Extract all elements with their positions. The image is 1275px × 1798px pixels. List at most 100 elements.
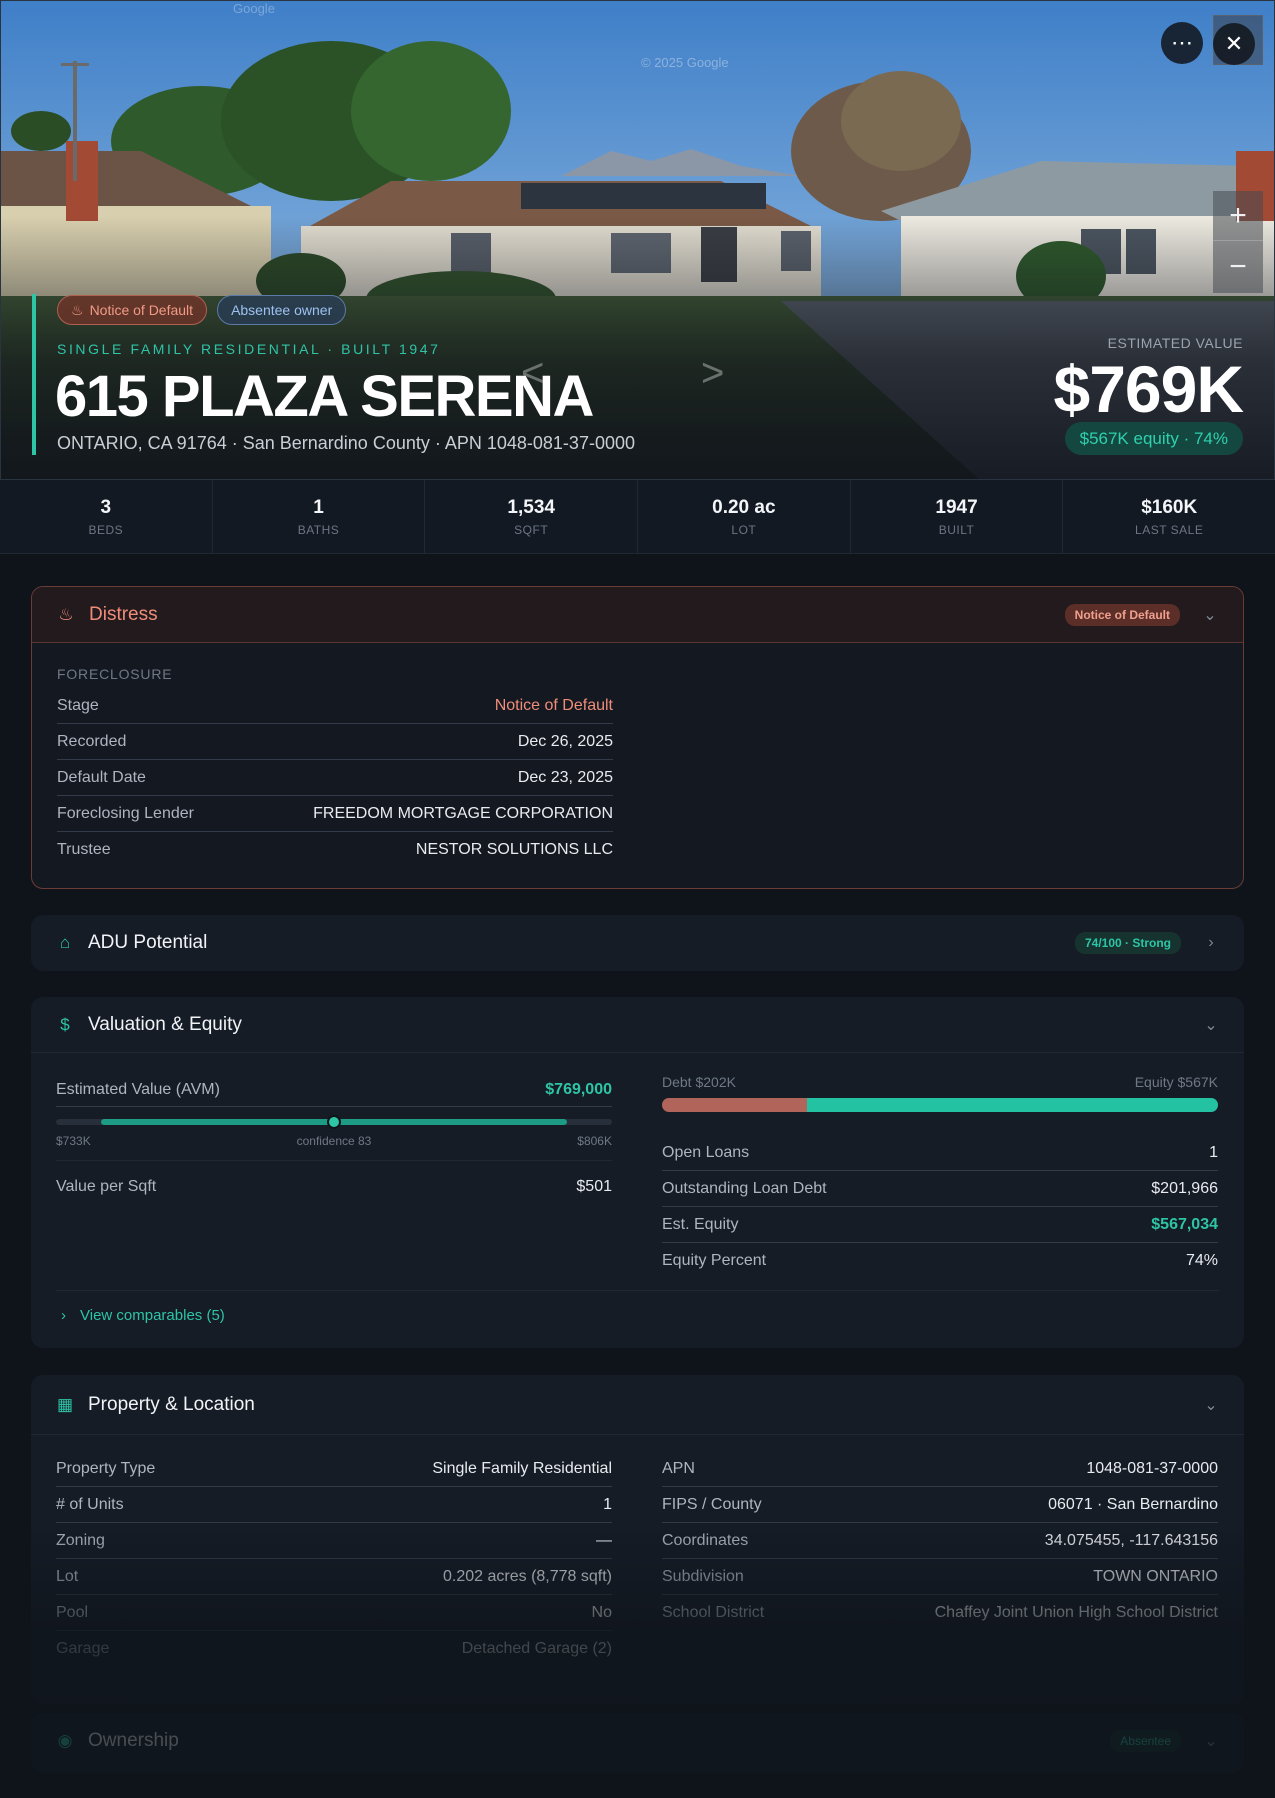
avm-marker: [327, 1115, 341, 1129]
row-value: 06071 · San Bernardino: [1048, 1495, 1218, 1513]
adu-score-badge: 74/100 · Strong: [1074, 932, 1181, 954]
absentee-owner-badge[interactable]: Absentee owner: [217, 295, 347, 325]
estimated-value-label: ESTIMATED VALUE: [1107, 335, 1243, 351]
estimated-value: $769K: [1053, 352, 1244, 426]
stat-sqft: 1,534 SQFT: [425, 480, 639, 553]
row-value: Dec 26, 2025: [517, 732, 613, 750]
chevron-down-icon[interactable]: ⌄: [1203, 1015, 1219, 1035]
google-watermark-top: Google: [233, 1, 275, 16]
distress-header[interactable]: ♨ Distress Notice of Default ⌄: [32, 587, 1243, 643]
row-value: 1: [603, 1495, 612, 1513]
valuation-row-equity-percent: Equity Percent 74%: [662, 1243, 1218, 1279]
property-row-type: Property Type Single Family Residential: [56, 1451, 612, 1487]
row-value: Notice of Default: [494, 696, 613, 714]
more-button[interactable]: ⋯: [1161, 22, 1203, 64]
distress-row-lender: Foreclosing Lender FREEDOM MORTGAGE CORPO…: [57, 796, 613, 832]
equity-label: Equity $567K: [1134, 1074, 1218, 1090]
property-row-pool: Pool No: [56, 1595, 612, 1631]
ownership-card[interactable]: ◉ Ownership Absentee ⌄: [31, 1713, 1244, 1773]
pano-right-arrow-icon[interactable]: >: [701, 351, 724, 396]
confidence-labels: $733K confidence 83 $806K: [56, 1134, 612, 1148]
row-value: TOWN ONTARIO: [1093, 1567, 1218, 1585]
debt-label: Debt $202K: [662, 1074, 736, 1090]
property-location-card: ▦ Property & Location ⌄ Property Type Sin…: [31, 1375, 1244, 1705]
flame-icon: ♨: [58, 604, 74, 624]
row-key: Est. Equity: [662, 1215, 739, 1233]
distress-row-recorded: Recorded Dec 26, 2025: [57, 724, 613, 760]
stat-label: LAST SALE: [1135, 522, 1204, 537]
building-icon: ▦: [56, 1394, 74, 1414]
valuation-header[interactable]: $ Valuation & Equity ⌄: [31, 997, 1244, 1053]
adu-title: ADU Potential: [88, 932, 208, 953]
zoom-in-button[interactable]: +: [1213, 191, 1263, 241]
row-key: Property Type: [56, 1459, 156, 1477]
row-key: Coordinates: [662, 1531, 749, 1549]
flame-icon: ♨: [71, 301, 84, 318]
google-watermark: © 2025 Google: [641, 55, 729, 70]
zoom-out-button[interactable]: −: [1213, 242, 1263, 292]
chevron-right-icon[interactable]: ›: [1203, 934, 1219, 952]
row-value: No: [591, 1603, 612, 1621]
row-value: $501: [576, 1178, 612, 1195]
close-icon: ✕: [1224, 31, 1244, 56]
row-key: Zoning: [56, 1531, 105, 1549]
row-key: Outstanding Loan Debt: [662, 1179, 827, 1197]
row-value: 0.202 acres (8,778 sqft): [443, 1567, 612, 1585]
status-badges: ♨ Notice of Default Absentee owner: [57, 295, 347, 325]
adu-header[interactable]: ⌂ ADU Potential 74/100 · Strong ›: [31, 915, 1244, 971]
row-value: $567,034: [1151, 1215, 1218, 1233]
foreclosure-section-label: FORECLOSURE: [57, 666, 173, 682]
more-icon: ⋯: [1171, 30, 1193, 55]
valuation-row-est-equity: Est. Equity $567,034: [662, 1207, 1218, 1243]
row-value: 74%: [1185, 1252, 1218, 1269]
stat-value: 3: [100, 496, 112, 518]
badge-label: Absentee owner: [231, 302, 333, 318]
row-value: —: [596, 1531, 612, 1549]
row-key: School District: [662, 1604, 765, 1621]
debt-segment: [662, 1098, 807, 1112]
row-key: Recorded: [57, 732, 127, 750]
chevron-down-icon[interactable]: ⌄: [1202, 605, 1218, 625]
chevron-down-icon[interactable]: ⌄: [1203, 1731, 1219, 1751]
chevron-down-icon[interactable]: ⌄: [1203, 1395, 1219, 1415]
status-badge: Absentee: [1110, 1730, 1181, 1752]
stat-baths: 1 BATHS: [213, 480, 426, 553]
range-high: $806K: [577, 1134, 612, 1148]
property-row-fips: FIPS / County 06071 · San Bernardino: [662, 1487, 1218, 1523]
stat-label: LOT: [731, 522, 757, 537]
range-low: $733K: [56, 1134, 91, 1148]
equity-pill: $567K equity · 74%: [1064, 422, 1243, 455]
debt-equity-bar: [662, 1098, 1218, 1112]
property-subtitle: SINGLE FAMILY RESIDENTIAL · BUILT 1947: [57, 341, 441, 357]
property-address: ONTARIO, CA 91764 · San Bernardino Count…: [57, 433, 635, 453]
zoom-controls: + −: [1213, 191, 1263, 293]
stats-bar: 3 BEDS 1 BATHS 1,534 SQFT 0.20 ac LOT 1947 BU…: [0, 480, 1275, 554]
close-button[interactable]: ✕: [1213, 23, 1255, 65]
view-comparables-link[interactable]: › View comparables (5): [56, 1290, 1219, 1340]
equity-segment: [806, 1098, 1218, 1112]
avm-row: Estimated Value (AVM) $769,000: [56, 1081, 612, 1107]
comparables-label: View comparables (5): [80, 1307, 225, 1324]
home-icon: ⌂: [59, 933, 71, 952]
stat-value: 1: [313, 496, 324, 518]
distress-row-default-date: Default Date Dec 23, 2025: [57, 760, 613, 796]
row-key: Open Loans: [662, 1143, 750, 1161]
valuation-row-open-loans: Open Loans 1: [662, 1135, 1218, 1171]
street-view-hero[interactable]: Google © 2025 Google < > ⋯ ✕ + − ♨ Notic…: [0, 0, 1275, 480]
status-badge: Notice of Default: [1064, 603, 1180, 626]
property-row-subdivision: Subdivision TOWN ONTARIO: [662, 1559, 1218, 1595]
notice-of-default-badge[interactable]: ♨ Notice of Default: [57, 295, 208, 325]
confidence-score: confidence 83: [296, 1134, 372, 1148]
row-value: Dec 23, 2025: [517, 768, 613, 786]
property-header[interactable]: ▦ Property & Location ⌄: [31, 1375, 1244, 1435]
person-icon: ◉: [57, 1731, 73, 1750]
stat-label: BEDS: [88, 522, 124, 537]
hero-accent-bar: [32, 294, 36, 455]
ownership-header[interactable]: ◉ Ownership Absentee ⌄: [31, 1713, 1244, 1769]
row-value: NESTOR SOLUTIONS LLC: [415, 841, 613, 858]
avm-value: $769,000: [545, 1081, 612, 1098]
row-key: Lot: [56, 1567, 79, 1585]
adu-potential-card[interactable]: ⌂ ADU Potential 74/100 · Strong ›: [31, 915, 1244, 971]
row-key: FIPS / County: [662, 1495, 762, 1513]
stat-built: 1947 BUILT: [851, 480, 1064, 553]
